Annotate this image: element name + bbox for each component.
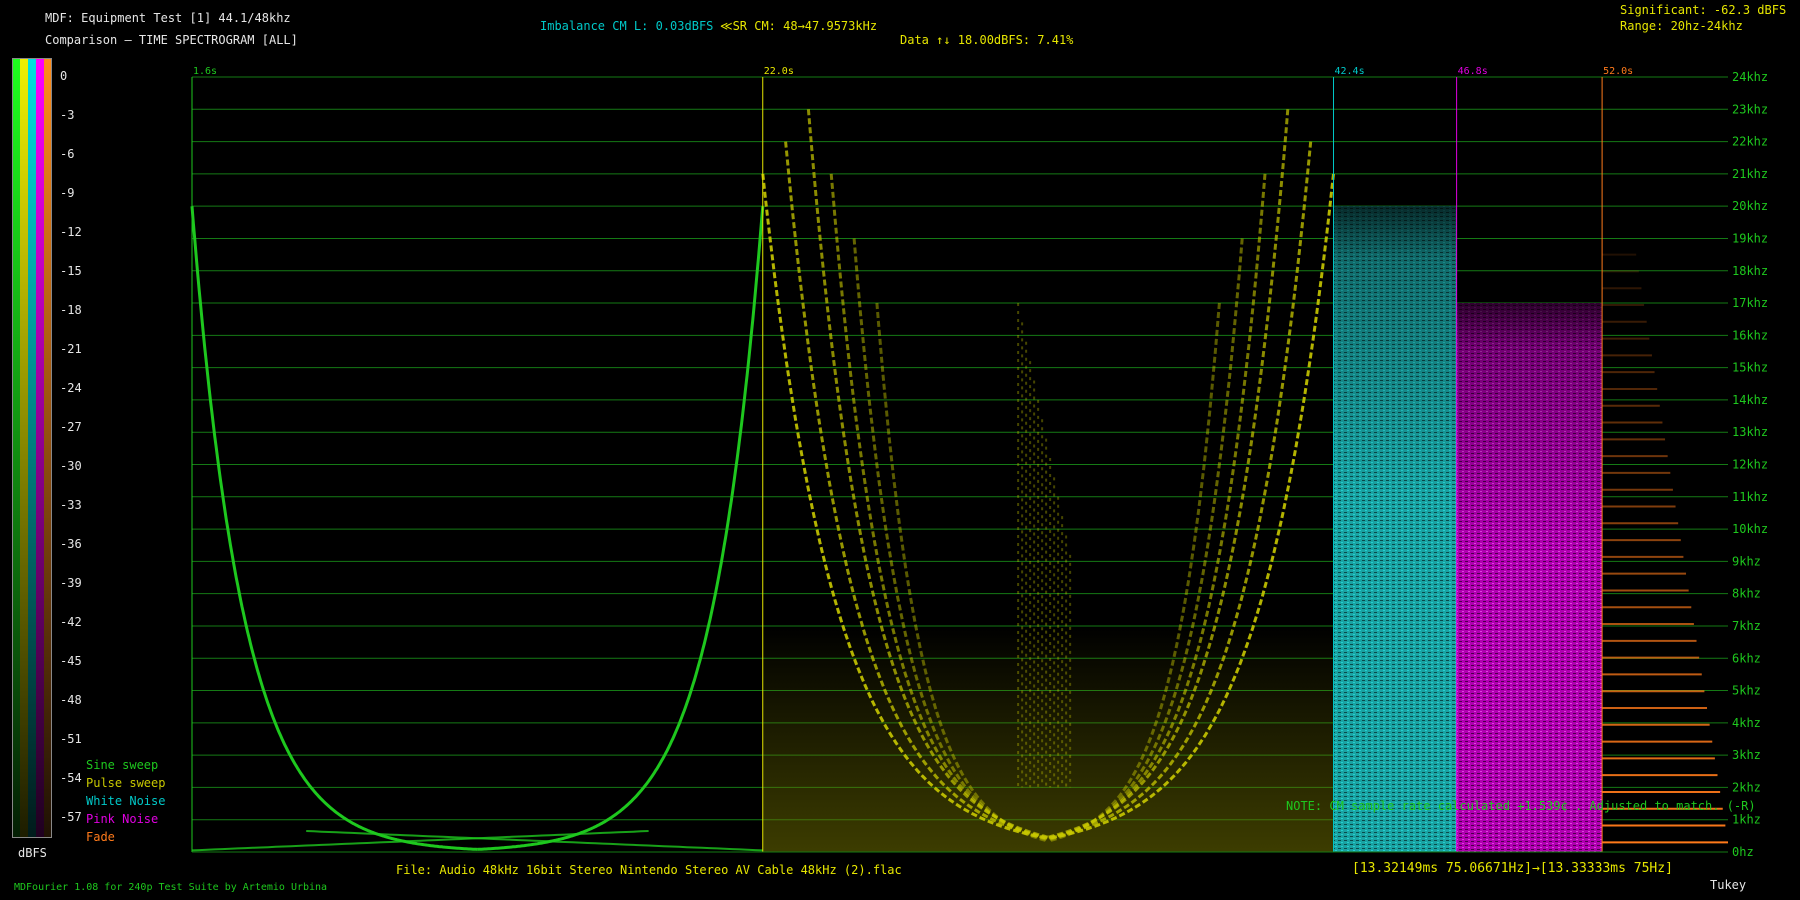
series-pulse-sweep bbox=[761, 109, 1335, 852]
block-marker-label: 46.8s bbox=[1458, 66, 1488, 77]
series-white-noise bbox=[1333, 206, 1457, 852]
y-tick-label: 24khz bbox=[1732, 70, 1768, 84]
y-tick-label: 16khz bbox=[1732, 328, 1768, 342]
timing-readout: [13.32149ms 75.06671Hz]→[13.33333ms 75Hz… bbox=[1352, 861, 1673, 876]
y-tick-label: 17khz bbox=[1732, 296, 1768, 310]
y-tick-label: 11khz bbox=[1732, 490, 1768, 504]
sine-tail bbox=[191, 830, 649, 852]
y-tick-label: 2khz bbox=[1732, 780, 1761, 794]
y-tick-label: 20khz bbox=[1732, 199, 1768, 213]
window-function-label: Tukey bbox=[1710, 878, 1747, 892]
sine-tail bbox=[306, 830, 763, 852]
y-tick-label: 9khz bbox=[1732, 554, 1761, 568]
pulse-sweep-floor bbox=[762, 625, 1334, 852]
y-tick-label: 19khz bbox=[1732, 231, 1768, 245]
y-tick-label: 23khz bbox=[1732, 102, 1768, 116]
credits: MDFourier 1.08 for 240p Test Suite by Ar… bbox=[14, 882, 328, 893]
block-marker-label: 42.4s bbox=[1335, 66, 1365, 77]
calibration-note: NOTE: CM sample rate calculated +1.539¢ … bbox=[1286, 799, 1756, 813]
y-tick-label: 8khz bbox=[1732, 587, 1761, 601]
y-tick-label: 5khz bbox=[1732, 684, 1761, 698]
y-tick-label: 4khz bbox=[1732, 716, 1761, 730]
y-tick-label: 21khz bbox=[1732, 167, 1768, 181]
y-tick-label: 3khz bbox=[1732, 748, 1761, 762]
y-tick-label: 22khz bbox=[1732, 135, 1768, 149]
y-tick-label: 14khz bbox=[1732, 393, 1768, 407]
y-tick-label: 6khz bbox=[1732, 651, 1761, 665]
y-tick-label: 15khz bbox=[1732, 361, 1768, 375]
noise-shade bbox=[1456, 303, 1603, 551]
block-marker-label: 22.0s bbox=[764, 66, 794, 77]
series-pink-noise bbox=[1456, 303, 1603, 853]
y-tick-label: 7khz bbox=[1732, 619, 1761, 633]
y-tick-label: 18khz bbox=[1732, 264, 1768, 278]
y-tick-label: 13khz bbox=[1732, 425, 1768, 439]
y-tick-label: 1khz bbox=[1732, 813, 1761, 827]
y-tick-label: 0hz bbox=[1732, 845, 1754, 859]
block-marker-label: 52.0s bbox=[1603, 66, 1633, 77]
block-marker-label: 1.6s bbox=[193, 66, 217, 77]
series-fade bbox=[1602, 253, 1728, 844]
spectrogram-plot: 0hz 1khz 2khz 3khz 4khz 5khz 6khz 7khz 8khz 9khz 1… bbox=[190, 66, 1768, 859]
noise-shade bbox=[1333, 206, 1457, 497]
file-name: File: Audio 48kHz 16bit Stereo Nintendo … bbox=[396, 863, 902, 877]
y-tick-label: 12khz bbox=[1732, 458, 1768, 472]
y-tick-label: 10khz bbox=[1732, 522, 1768, 536]
